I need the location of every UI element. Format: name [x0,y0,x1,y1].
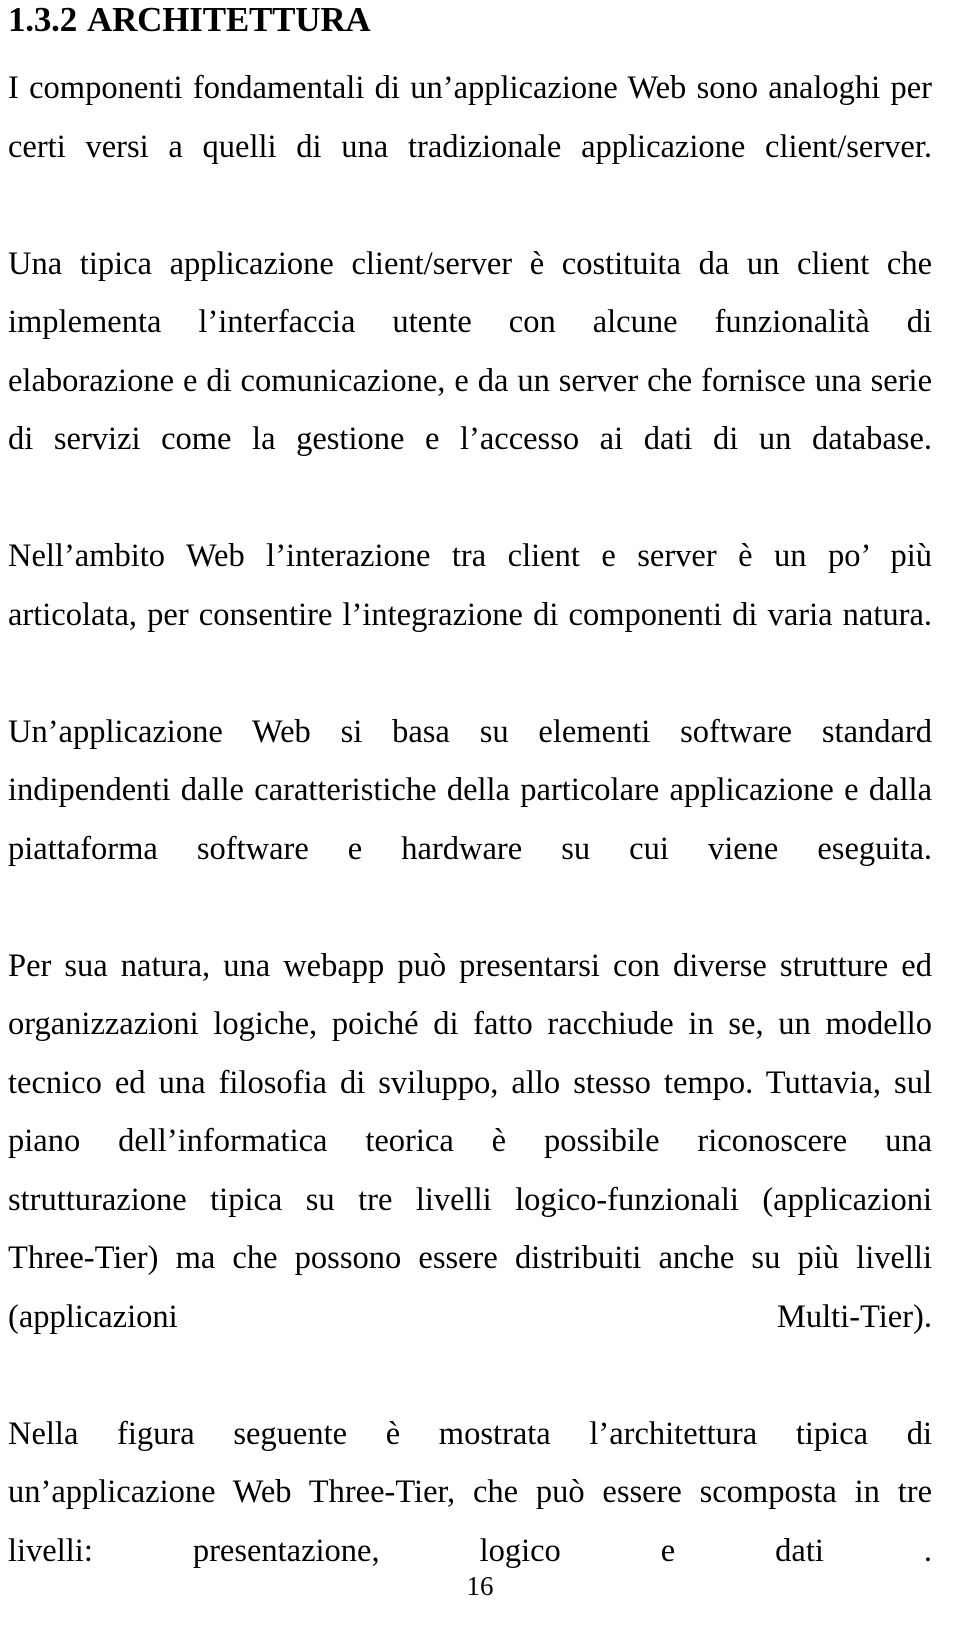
page-number: 16 [466,1571,494,1601]
paragraph: Nella figura seguente è mostrata l’archi… [8,1415,932,1569]
paragraph: Un’applicazione Web si basa su elementi … [8,713,932,867]
document-page: 1.3.2 ARCHITETTURA I componenti fondament… [0,0,960,1634]
paragraph: Per sua natura, una webapp può presentar… [8,947,932,1335]
body-text: I componenti fondamentali di un’applicaz… [8,59,932,1639]
section-heading: 1.3.2 ARCHITETTURA [8,0,932,37]
paragraph: Nell’ambito Web l’interazione tra client… [8,538,932,633]
section-title: ARCHITETTURA [87,0,371,39]
section-number: 1.3.2 [8,0,78,39]
paragraph: I componenti fondamentali di un’applicaz… [8,70,932,165]
paragraph: Una tipica applicazione client/server è … [8,245,932,458]
page-footer: 16 [0,1573,960,1600]
